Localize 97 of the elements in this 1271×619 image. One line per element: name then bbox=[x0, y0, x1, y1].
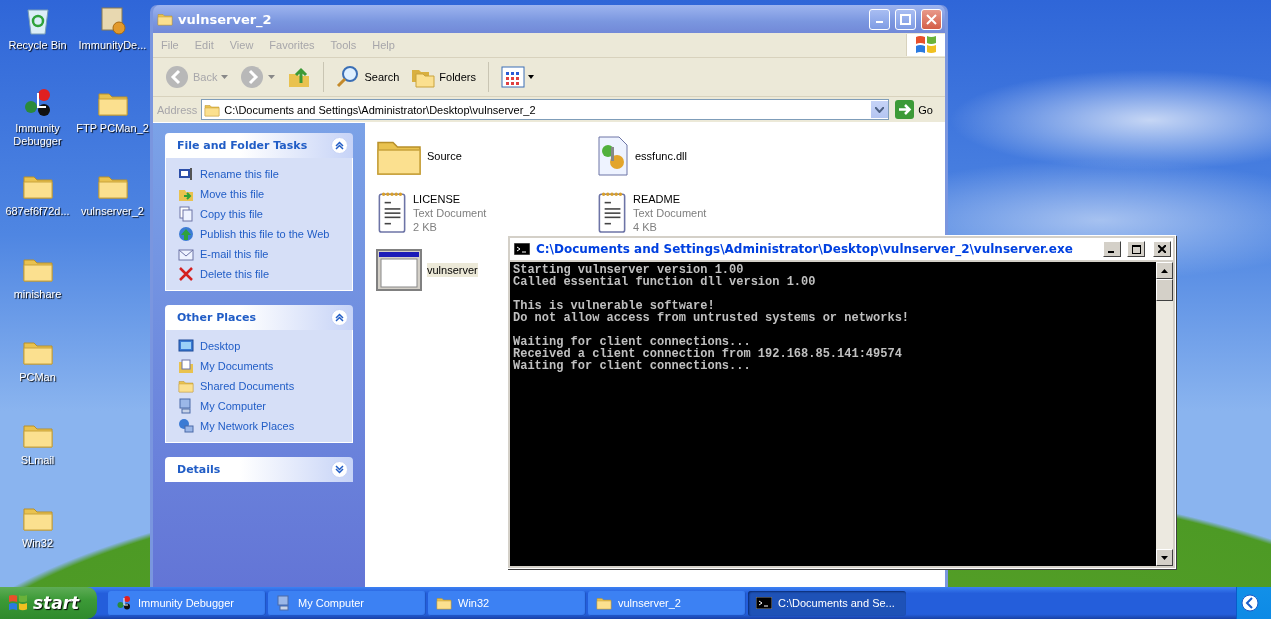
panel-title: File and Folder Tasks bbox=[177, 139, 309, 152]
collapse-button[interactable] bbox=[331, 137, 348, 154]
task-link[interactable]: Rename this file bbox=[178, 166, 342, 182]
copy-icon bbox=[178, 206, 194, 222]
collapse-button[interactable] bbox=[331, 309, 348, 326]
taskbar-button[interactable]: vulnserver_2 bbox=[588, 590, 746, 616]
folder-icon bbox=[436, 595, 452, 611]
desktop-icon bbox=[178, 338, 194, 354]
file-size: 2 KB bbox=[413, 219, 438, 234]
windows-flag-icon bbox=[915, 35, 937, 55]
caret-icon bbox=[221, 75, 229, 79]
dropdown-button[interactable] bbox=[871, 101, 889, 118]
taskbar-button[interactable]: My Computer bbox=[268, 590, 426, 616]
desktop-icon-label[interactable]: ImmunityDe... bbox=[78, 39, 147, 52]
window-title: C:\Documents and Settings\Administrator\Desktop\vulnserver_2\vulnserver.exe bbox=[536, 242, 1074, 256]
chevron-left-icon[interactable] bbox=[1241, 594, 1259, 612]
folder-icon bbox=[178, 378, 194, 394]
up-arrow-icon bbox=[1161, 268, 1168, 273]
rename-icon bbox=[178, 166, 194, 182]
file-name[interactable]: vulnserver bbox=[427, 262, 478, 277]
circles-icon bbox=[116, 595, 132, 611]
task-link[interactable]: Move this file bbox=[178, 186, 342, 202]
task-link[interactable]: E-mail this file bbox=[178, 246, 342, 262]
envelope-icon bbox=[178, 246, 194, 262]
computer-icon bbox=[178, 398, 194, 414]
terminal-line: Received a client connection from 192.168.85.141:49574 bbox=[513, 348, 903, 360]
double-chevron-down-icon bbox=[335, 465, 344, 474]
scroll-thumb[interactable] bbox=[1156, 279, 1173, 301]
down-arrow-icon bbox=[1161, 555, 1168, 560]
desktop-icon-label[interactable]: FTP PCMan_2 bbox=[76, 122, 149, 135]
terminal-line: Do not allow access from untrusted systems or networks! bbox=[513, 312, 911, 324]
desktop-icon-label[interactable]: 687ef6f72d... bbox=[5, 205, 70, 218]
close-icon bbox=[1158, 245, 1166, 253]
search-button[interactable]: Search bbox=[332, 61, 404, 93]
folder-icon bbox=[596, 595, 612, 611]
task-link[interactable]: Desktop bbox=[178, 338, 342, 354]
folder-up-icon bbox=[287, 65, 312, 89]
maximize-icon bbox=[1131, 244, 1141, 254]
file-name[interactable]: README bbox=[633, 191, 707, 206]
console-icon bbox=[514, 243, 530, 255]
scroll-down-button[interactable] bbox=[1156, 549, 1173, 566]
address-field[interactable]: C:\Documents and Settings\Administrator\Desktop\vulnserver_2 bbox=[201, 99, 890, 120]
taskbar-button[interactable]: Win32 bbox=[428, 590, 586, 616]
go-button[interactable]: Go bbox=[893, 100, 941, 119]
window-title: vulnserver_2 bbox=[178, 11, 273, 27]
window-app-icon bbox=[375, 247, 423, 292]
double-chevron-up-icon bbox=[335, 141, 344, 150]
terminal-line: Called essential function dll version 1.00 bbox=[513, 276, 817, 288]
task-link[interactable]: Shared Documents bbox=[178, 378, 342, 394]
close-button[interactable] bbox=[1153, 241, 1171, 257]
documents-icon bbox=[178, 358, 194, 374]
taskbar-button[interactable]: Immunity Debugger bbox=[108, 590, 266, 616]
terminal-line: Waiting for client connections... bbox=[513, 360, 752, 372]
expand-button[interactable] bbox=[331, 461, 348, 478]
file-type: Text Document bbox=[413, 205, 487, 220]
desktop-icon-label[interactable]: Immunity Debugger bbox=[0, 122, 75, 148]
minimize-button[interactable] bbox=[1103, 241, 1121, 257]
maximize-button[interactable] bbox=[1127, 241, 1145, 257]
desktop-icon-label[interactable]: minishare bbox=[13, 288, 62, 301]
panel-title: Details bbox=[177, 463, 222, 476]
task-link[interactable]: My Computer bbox=[178, 398, 342, 414]
task-link[interactable]: Copy this file bbox=[178, 206, 342, 222]
start-button[interactable]: start bbox=[0, 587, 97, 619]
task-link[interactable]: Delete this file bbox=[178, 266, 342, 282]
task-link[interactable]: My Network Places bbox=[178, 418, 342, 434]
views-icon bbox=[501, 66, 535, 88]
desktop-icon-label[interactable]: vulnserver_2 bbox=[81, 205, 144, 218]
windows-flag-icon bbox=[8, 594, 28, 612]
caret-icon bbox=[268, 75, 276, 79]
scroll-up-button[interactable] bbox=[1156, 262, 1173, 279]
desktop-icon-label[interactable]: Recycle Bin bbox=[8, 39, 67, 52]
file-size: 4 KB bbox=[633, 219, 658, 234]
network-icon bbox=[178, 418, 194, 434]
double-chevron-up-icon bbox=[335, 313, 344, 322]
console-icon bbox=[756, 597, 772, 609]
taskbar-button[interactable]: C:\Documents and Se... bbox=[748, 590, 906, 616]
terminal-line: This is vulnerable software! bbox=[513, 300, 715, 312]
address-label: Address bbox=[157, 103, 198, 116]
computer-icon bbox=[276, 595, 292, 611]
file-name[interactable]: essfunc.dll bbox=[635, 148, 687, 163]
task-link[interactable]: Publish this file to the Web bbox=[178, 226, 342, 242]
folder-icon bbox=[157, 11, 173, 27]
close-icon bbox=[926, 13, 937, 25]
maximize-icon bbox=[900, 13, 911, 25]
chevron-down-icon bbox=[875, 106, 885, 113]
file-name[interactable]: Source bbox=[427, 148, 462, 163]
panel-title: Other Places bbox=[177, 311, 257, 324]
file-type: Text Document bbox=[633, 205, 707, 220]
delete-icon bbox=[178, 266, 194, 282]
folders-button[interactable]: Folders bbox=[407, 61, 480, 93]
search-icon bbox=[336, 65, 361, 89]
terminal-line: Waiting for client connections... bbox=[513, 336, 752, 348]
scrollbar[interactable] bbox=[1156, 262, 1173, 566]
terminal-line: Starting vulnserver version 1.00 bbox=[513, 264, 744, 276]
task-link[interactable]: My Documents bbox=[178, 358, 342, 374]
file-name[interactable]: LICENSE bbox=[413, 191, 487, 206]
gear-file-icon bbox=[595, 134, 631, 177]
